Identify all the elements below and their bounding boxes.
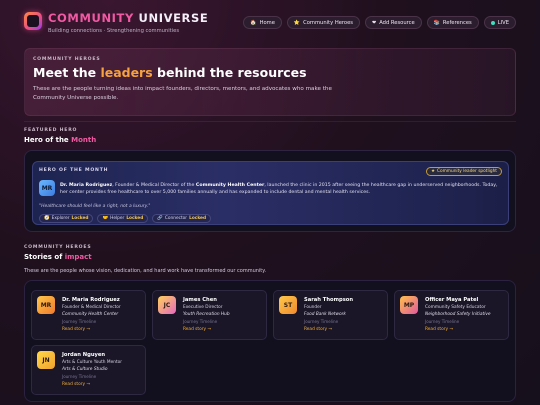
badge-status: Locked <box>71 216 89 221</box>
intro-description: These are the people turning ideas into … <box>33 86 332 101</box>
featured-title: Hero of the Month <box>24 136 97 144</box>
avatar: MR <box>39 180 55 196</box>
hero-name: Jordan Nguyen <box>62 352 106 358</box>
star-icon: ★ <box>431 169 435 174</box>
hero-name: Sarah Thompson <box>304 297 354 303</box>
page-title: Meet the leaders behind the resources <box>33 65 307 80</box>
section-divider <box>24 121 516 122</box>
stories-grid: MR Dr. Maria Rodriguez Founder & Medical… <box>24 280 516 402</box>
read-story-link[interactable]: Read story → <box>425 327 453 332</box>
nav-community-heroes[interactable]: ⭐ Community Heroes <box>286 16 360 29</box>
nav-add-resource[interactable]: ❤ Add Resource <box>365 16 422 29</box>
hero-name: Dr. Maria Rodriguez <box>62 297 120 303</box>
avatar: MP <box>400 296 418 314</box>
journey-timeline: Journey Timeline <box>62 319 97 324</box>
read-story-link[interactable]: Read story → <box>62 327 90 332</box>
nav-references[interactable]: 📚 References <box>426 16 479 29</box>
badge-helper[interactable]: 🤝 Helper Locked <box>97 214 149 223</box>
read-story-link[interactable]: Read story → <box>62 382 90 387</box>
hero-quote: "Healthcare should feel like a right, no… <box>39 204 151 209</box>
nav-label: References <box>442 19 472 26</box>
story-card[interactable]: JC James Chen Executive Director Youth R… <box>152 290 267 340</box>
avatar: MR <box>37 296 55 314</box>
hero-role: Founder <box>304 305 322 310</box>
brand-first: COMMUNITY <box>48 11 134 25</box>
live-indicator[interactable]: LIVE <box>483 16 516 29</box>
hero-role: Community Safety Educator <box>425 305 486 310</box>
intro-panel: COMMUNITY HEROES Meet the leaders behind… <box>24 48 516 116</box>
hero-role: Founder & Medical Director <box>62 305 121 310</box>
spotlight-badge: ★ Community leader spotlight <box>426 167 502 176</box>
hero-card[interactable]: HERO OF THE MONTH ★ Community leader spo… <box>32 161 509 225</box>
nav-label: Community Heroes <box>303 19 353 26</box>
avatar: ST <box>279 296 297 314</box>
avatar: JC <box>158 296 176 314</box>
journey-timeline: Journey Timeline <box>183 319 218 324</box>
badge-list: 🧭 Explorer Locked 🤝 Helper Locked 🔗 Conn… <box>39 214 212 223</box>
tagline: Building connections · Strengthening com… <box>48 28 180 34</box>
badge-connector[interactable]: 🔗 Connector Locked <box>152 214 212 223</box>
nav-home[interactable]: 🏠 Home <box>243 16 282 29</box>
hero-role: Executive Director <box>183 305 223 310</box>
star-icon: ⭐ <box>293 19 301 26</box>
app-header: COMMUNITY UNIVERSE Building connections … <box>0 0 540 44</box>
hero-org: Arts & Culture Studio <box>62 367 108 372</box>
hero-card-kicker: HERO OF THE MONTH <box>39 168 109 173</box>
logo-icon[interactable] <box>24 12 42 30</box>
brand-title[interactable]: COMMUNITY UNIVERSE <box>48 11 208 25</box>
hero-org: Food Bank Network <box>304 312 346 317</box>
journey-timeline: Journey Timeline <box>304 319 339 324</box>
stories-subtitle: These are the people whose vision, dedic… <box>24 268 267 274</box>
nav-label: Add Resource <box>379 19 415 26</box>
story-card[interactable]: JN Jordan Nguyen Arts & Culture Youth Me… <box>31 345 146 395</box>
avatar: JN <box>37 351 55 369</box>
read-story-link[interactable]: Read story → <box>304 327 332 332</box>
hero-org: Youth Recreation Hub <box>183 312 230 317</box>
hero-section: HERO OF THE MONTH ★ Community leader spo… <box>24 150 516 232</box>
helper-icon: 🤝 <box>102 216 109 221</box>
hero-org: Neighborhood Safety Initiative <box>425 312 491 317</box>
hero-org: Community Health Center <box>62 312 119 317</box>
hero-description: Dr. Maria Rodriguez, Founder & Medical D… <box>60 183 498 195</box>
badge-explorer[interactable]: 🧭 Explorer Locked <box>39 214 94 223</box>
nav-label: LIVE <box>497 19 509 26</box>
connector-icon: 🔗 <box>157 216 163 221</box>
top-nav: 🏠 Home ⭐ Community Heroes ❤ Add Resource… <box>243 16 516 29</box>
heart-icon: ❤ <box>372 19 377 26</box>
stories-title: Stories of impact <box>24 253 92 261</box>
read-story-link[interactable]: Read story → <box>183 327 211 332</box>
nav-label: Home <box>259 19 275 26</box>
journey-timeline: Journey Timeline <box>62 374 97 379</box>
badge-status: Locked <box>126 216 144 221</box>
hero-name: James Chen <box>183 297 217 303</box>
story-card[interactable]: MR Dr. Maria Rodriguez Founder & Medical… <box>31 290 146 340</box>
story-card[interactable]: ST Sarah Thompson Founder Food Bank Netw… <box>273 290 388 340</box>
title-highlight: leaders <box>100 65 153 80</box>
intro-kicker: COMMUNITY HEROES <box>33 57 101 62</box>
live-dot-icon <box>490 20 495 25</box>
explorer-icon: 🧭 <box>44 216 50 221</box>
hero-role: Arts & Culture Youth Mentor <box>62 360 123 365</box>
featured-kicker: FEATURED HERO <box>24 128 78 133</box>
story-card[interactable]: MP Officer Maya Patel Community Safety E… <box>394 290 509 340</box>
home-icon: 🏠 <box>250 19 257 26</box>
badge-status: Locked <box>189 216 207 221</box>
hero-name: Officer Maya Patel <box>425 297 479 303</box>
stories-kicker: COMMUNITY HEROES <box>24 245 92 250</box>
journey-timeline: Journey Timeline <box>425 319 460 324</box>
brand-second: UNIVERSE <box>138 11 209 25</box>
books-icon: 📚 <box>433 19 440 26</box>
